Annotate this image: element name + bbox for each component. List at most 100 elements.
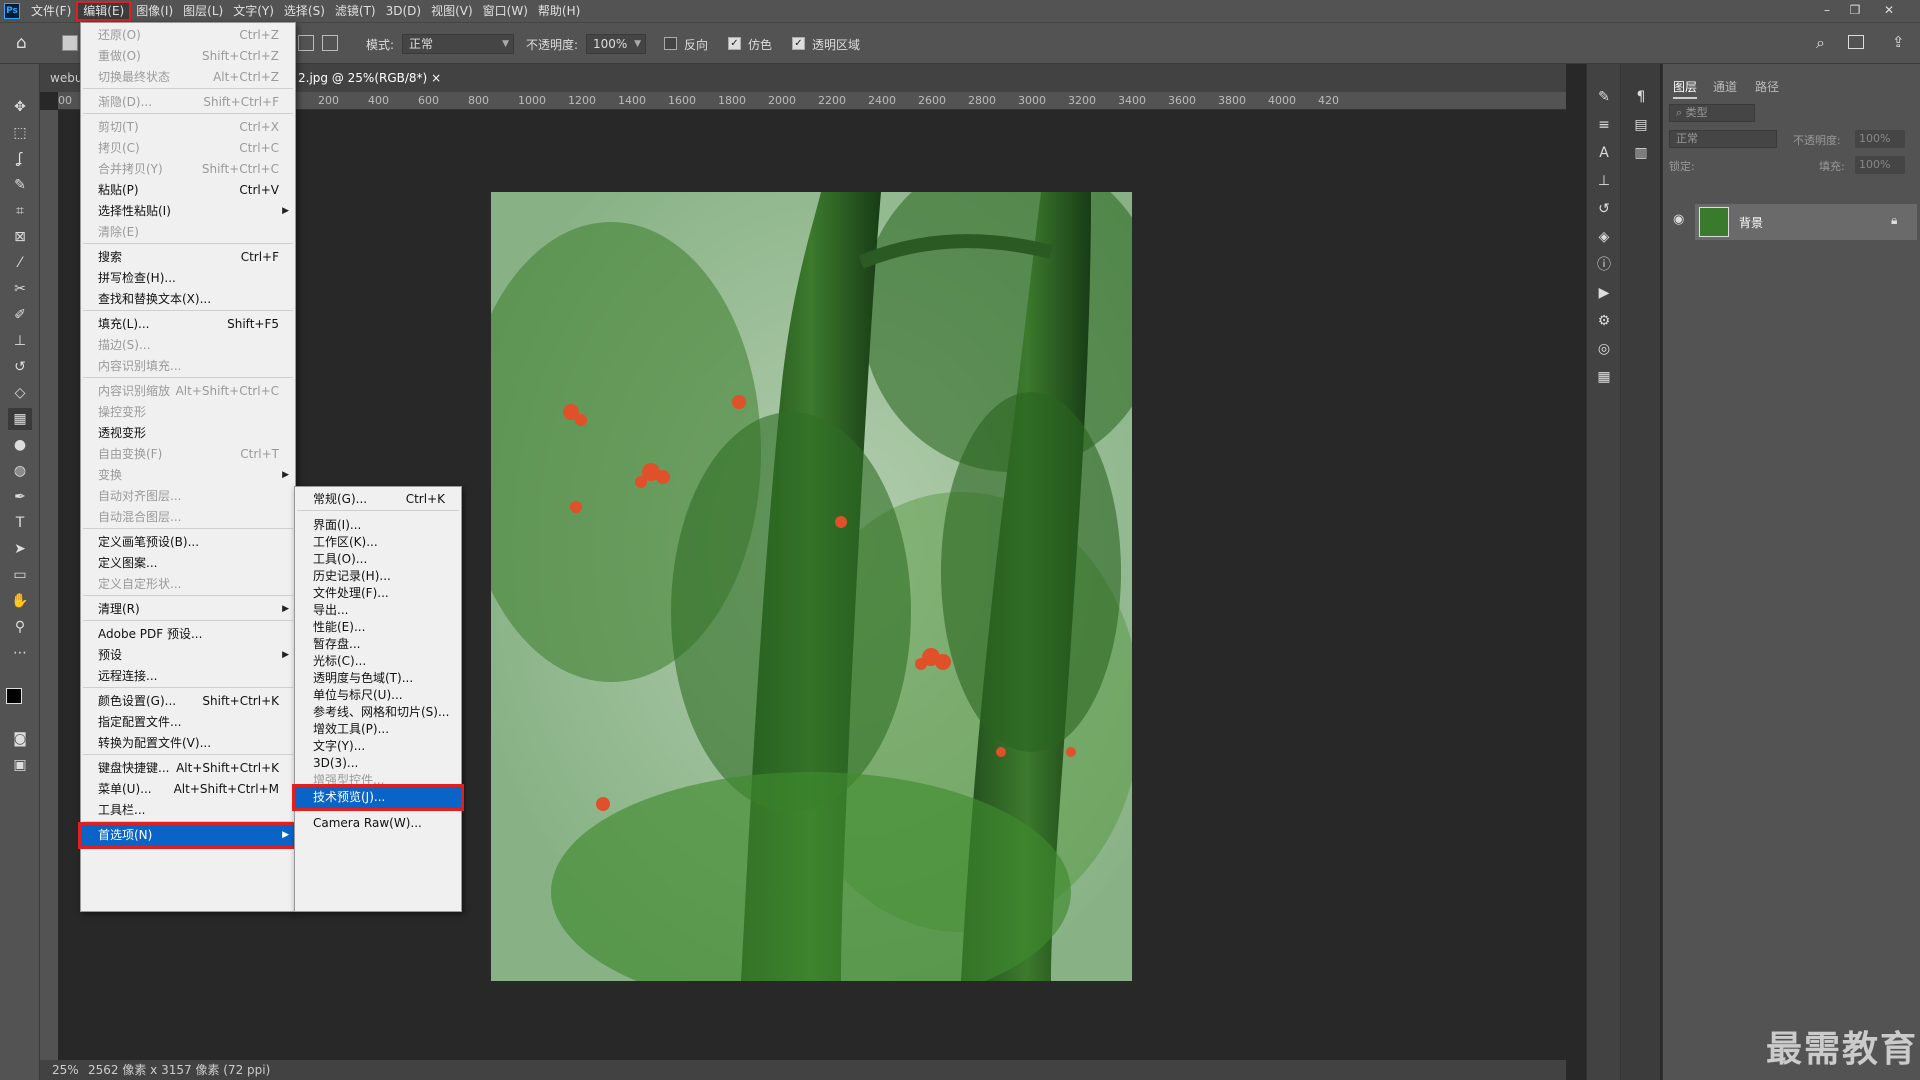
edit-menu-item[interactable]: 选择性粘贴(I) ▶: [81, 201, 295, 222]
history-brush-tool-icon[interactable]: ↺: [8, 356, 32, 378]
pen-tool-icon[interactable]: ✒: [8, 486, 32, 508]
menu-filter[interactable]: 滤镜(T): [330, 1, 381, 21]
notes-icon[interactable]: ▥: [1630, 142, 1652, 164]
tab-active-doc[interactable]: 2.jpg @ 25%(RGB/8*) ×: [288, 64, 451, 92]
edit-menu-item[interactable]: 颜色设置(G)... Shift+Ctrl+K: [81, 691, 295, 712]
edit-menu-item[interactable]: 定义图案...: [81, 553, 295, 574]
history-icon[interactable]: ↺: [1593, 198, 1615, 220]
eraser-tool-icon[interactable]: ◇: [8, 382, 32, 404]
menu-layer[interactable]: 图层(L): [178, 1, 228, 21]
clone-source-icon[interactable]: ⊥: [1593, 170, 1615, 192]
edit-menu-item[interactable]: 工具栏...: [81, 800, 295, 821]
info-icon[interactable]: ⓘ: [1593, 254, 1615, 276]
reverse-checkbox[interactable]: [664, 37, 677, 50]
styles-icon[interactable]: ◈: [1593, 226, 1615, 248]
home-icon[interactable]: ⌂: [16, 33, 27, 53]
tab-layers[interactable]: 图层: [1673, 78, 1698, 99]
edit-menu-item[interactable]: 定义画笔预设(B)...: [81, 532, 295, 553]
edit-menu-item[interactable]: 拼写检查(H)...: [81, 268, 295, 289]
screen-mode-icon[interactable]: ▣: [8, 754, 32, 776]
menu-image[interactable]: 图像(I): [131, 1, 178, 21]
menu-file[interactable]: 文件(F): [26, 1, 76, 21]
rectangle-tool-icon[interactable]: ▭: [8, 564, 32, 586]
eyedropper-tool-icon[interactable]: ⁄: [8, 252, 32, 274]
gradient-preset-icon[interactable]: [62, 35, 78, 51]
preferences-menu-item[interactable]: 常规(G)... Ctrl+K: [295, 489, 461, 510]
more-tools-icon[interactable]: ⋯: [8, 642, 32, 664]
edit-menu-item[interactable]: 转换为配置文件(V)...: [81, 733, 295, 754]
edit-menu-item[interactable]: 填充(L)... Shift+F5: [81, 314, 295, 335]
brush-settings-icon[interactable]: ✎: [1593, 86, 1615, 108]
edit-menu-item[interactable]: 键盘快捷键... Alt+Shift+Ctrl+K: [81, 758, 295, 779]
menu-view[interactable]: 视图(V): [426, 1, 478, 21]
restore-icon[interactable]: ❐: [1842, 0, 1868, 20]
dither-checkbox[interactable]: ✓: [728, 37, 741, 50]
transparency-checkbox[interactable]: ✓: [792, 37, 805, 50]
gradient-tool-icon[interactable]: ▦: [8, 408, 32, 430]
gradient-type-icon[interactable]: [298, 35, 314, 51]
quick-mask-icon[interactable]: ◙: [8, 728, 32, 750]
eye-visibility-icon[interactable]: ◉: [1673, 212, 1684, 227]
crop-tool-icon[interactable]: ⌗: [8, 200, 32, 222]
edit-menu-item[interactable]: 首选项(N) ▶: [78, 822, 298, 849]
actions-play-icon[interactable]: ▶: [1593, 282, 1615, 304]
layer-filter-select[interactable]: ⌕ 类型: [1669, 104, 1755, 122]
lasso-tool-icon[interactable]: ʆ: [8, 148, 32, 170]
blur-tool-icon[interactable]: ●: [8, 434, 32, 456]
table-icon[interactable]: ▦: [1593, 366, 1615, 388]
edit-menu-item[interactable]: 清理(R) ▶: [81, 599, 295, 620]
frame-tool-icon[interactable]: ⊠: [8, 226, 32, 248]
tab-paths[interactable]: 路径: [1755, 78, 1779, 95]
edit-menu-item[interactable]: 粘贴(P) Ctrl+V: [81, 180, 295, 201]
document-info[interactable]: 2562 像素 x 3157 像素 (72 ppi): [88, 1060, 270, 1080]
marquee-tool-icon[interactable]: ⬚: [8, 122, 32, 144]
properties-icon[interactable]: ⚙: [1593, 310, 1615, 332]
minimize-icon[interactable]: –: [1814, 0, 1840, 20]
3d-icon[interactable]: ◎: [1593, 338, 1615, 360]
menu-help[interactable]: 帮助(H): [533, 1, 585, 21]
close-window-icon[interactable]: ✕: [1876, 0, 1902, 20]
edit-menu-item[interactable]: 查找和替换文本(X)...: [81, 289, 295, 310]
menu-select[interactable]: 选择(S): [279, 1, 330, 21]
menu-window[interactable]: 窗口(W): [478, 1, 533, 21]
edit-menu-item[interactable]: 远程连接...: [81, 666, 295, 687]
preferences-menu-item[interactable]: Camera Raw(W)...: [295, 813, 461, 834]
blend-mode-select[interactable]: 正常: [1669, 130, 1777, 148]
menu-edit[interactable]: 编辑(E): [76, 1, 132, 21]
preferences-menu-item[interactable]: 技术预览(J)...: [292, 784, 464, 811]
tab-close-icon[interactable]: ×: [431, 71, 441, 85]
edit-menu-item[interactable]: 指定配置文件...: [81, 712, 295, 733]
fill-input[interactable]: 100%: [1855, 156, 1905, 174]
edit-menu-item[interactable]: 菜单(U)... Alt+Shift+Ctrl+M: [81, 779, 295, 800]
library-icon[interactable]: ▤: [1630, 114, 1652, 136]
zoom-level[interactable]: 25%: [52, 1060, 79, 1080]
menu-type[interactable]: 文字(Y): [228, 1, 279, 21]
foreground-color-swatch[interactable]: [6, 688, 22, 704]
edit-menu-item[interactable]: 预设 ▶: [81, 645, 295, 666]
share-icon[interactable]: ⇪: [1892, 33, 1905, 51]
edit-menu-item[interactable]: 搜索 Ctrl+F: [81, 247, 295, 268]
layer-row-background[interactable]: 背景 🔒︎: [1695, 204, 1917, 240]
layer-opacity-input[interactable]: 100%: [1855, 130, 1905, 148]
search-icon[interactable]: ⌕: [1816, 33, 1825, 53]
edit-menu-item[interactable]: 透视变形: [81, 423, 295, 444]
adjustments-icon[interactable]: ≡: [1593, 114, 1615, 136]
move-tool-icon[interactable]: ✥: [8, 96, 32, 118]
quick-select-tool-icon[interactable]: ✎: [8, 174, 32, 196]
brush-tool-icon[interactable]: ✐: [8, 304, 32, 326]
menu-3d[interactable]: 3D(D): [381, 1, 426, 21]
paragraph-icon[interactable]: ¶: [1630, 86, 1652, 108]
tab-channels[interactable]: 通道: [1713, 78, 1737, 95]
opacity-input[interactable]: 100% ▼: [586, 34, 646, 54]
character-icon[interactable]: A: [1593, 142, 1615, 164]
healing-tool-icon[interactable]: ✂: [8, 278, 32, 300]
mode-select[interactable]: 正常 ▼: [402, 34, 514, 54]
stamp-tool-icon[interactable]: ⊥: [8, 330, 32, 352]
gradient-type-icon-2[interactable]: [322, 35, 338, 51]
workspace-icon[interactable]: [1848, 35, 1864, 49]
edit-menu-item[interactable]: Adobe PDF 预设...: [81, 624, 295, 645]
path-select-tool-icon[interactable]: ➤: [8, 538, 32, 560]
hand-tool-icon[interactable]: ✋: [8, 590, 32, 612]
type-tool-icon[interactable]: T: [8, 512, 32, 534]
zoom-tool-icon[interactable]: ⚲: [8, 616, 32, 638]
